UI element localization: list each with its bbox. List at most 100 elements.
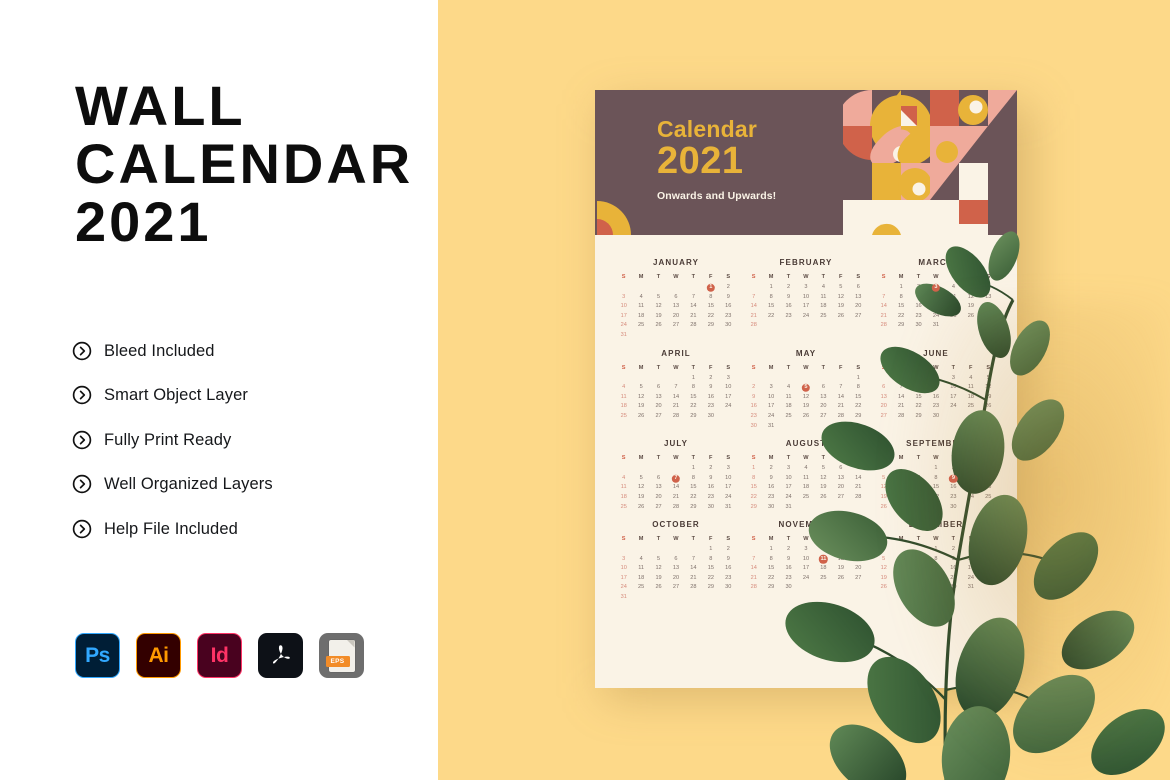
weekday-header-row: SMTWTFS — [615, 536, 737, 545]
day-cell: 8 — [709, 555, 713, 562]
day-cell: 27 — [855, 574, 862, 581]
week-row: 17 18 19 20 21 22 23 — [615, 574, 737, 584]
weekday-label: S — [856, 274, 861, 280]
day-cell: 2 — [787, 284, 791, 290]
day-cell: 25 — [802, 493, 810, 500]
day-cell-empty — [632, 374, 649, 384]
day-cell: 22 — [768, 574, 775, 581]
day-cell: 7 — [882, 293, 886, 300]
day-cell: 21 — [898, 403, 905, 410]
day-cell: 29 — [898, 322, 905, 329]
day-cell: 18 — [820, 303, 827, 310]
weekday-label: S — [986, 364, 991, 371]
day-cell: 5 — [639, 474, 643, 481]
day-cell: 15 — [750, 484, 757, 491]
day-cell: 22 — [855, 403, 862, 410]
day-cell: 4 — [951, 284, 955, 290]
week-row: 5 6 7 8 9 10 11 — [875, 555, 997, 565]
day-cell: 11 — [985, 555, 992, 562]
day-cell: 6 — [657, 474, 661, 481]
weekday-label: M — [768, 274, 774, 280]
day-cell-empty — [650, 374, 667, 384]
day-cell-empty — [850, 422, 867, 432]
weekday-label: M — [638, 455, 644, 462]
eps-format-tag: EPS — [325, 655, 350, 667]
day-cell: 1 — [856, 374, 860, 381]
day-cell: 2 — [709, 374, 713, 381]
info-panel: WALL CALENDAR 2021 Bleed Included Smart … — [0, 0, 438, 780]
day-cell: 17 — [950, 393, 957, 400]
day-cell: 25 — [967, 403, 974, 410]
weekday-label: S — [856, 455, 861, 462]
day-cell: 4 — [622, 384, 626, 391]
month-block: SEPTEMBER S M T W T F S 1 2 3 4 5 6 7 8 9 10 11 12 13 14 15 16 1… — [875, 432, 997, 512]
day-cell-empty — [980, 412, 997, 422]
weekday-label: S — [751, 364, 756, 371]
file-page-shape: EPS — [325, 639, 355, 672]
weekday-label: T — [656, 364, 661, 371]
weekday-label: F — [709, 274, 713, 280]
day-cell: 10 — [967, 474, 974, 481]
day-cell: 5 — [797, 383, 814, 393]
day-cell-empty — [667, 331, 684, 341]
month-block: AUGUST S M T W T F S 1 2 3 4 5 6 7 8 9 10 11 12 13 14 15 16 17 18… — [745, 432, 867, 512]
day-cell: 23 — [785, 312, 792, 319]
weekday-header-row: SMTWTFS — [745, 274, 867, 283]
day-cell: 5 — [969, 284, 973, 290]
week-row: 17 18 19 20 21 22 23 — [615, 312, 737, 322]
day-cell: 17 — [768, 403, 775, 410]
day-cell: 4 — [804, 465, 808, 472]
day-cell: 31 — [620, 594, 627, 601]
day-cell: 8 — [752, 474, 756, 481]
day-cell: 20 — [855, 303, 862, 310]
day-cell: 18 — [638, 312, 645, 319]
day-cell-empty — [720, 412, 737, 422]
acrobat-pdf-icon — [258, 633, 303, 678]
day-cell-empty — [745, 374, 762, 384]
day-cell: 14 — [672, 393, 680, 400]
day-cell-empty — [980, 321, 997, 331]
weekday-label: M — [898, 455, 904, 462]
week-row: 19 20 21 22 23 24 25 — [875, 493, 997, 503]
day-cell: 12 — [985, 384, 992, 391]
month-block: NOVEMBER S M T W T F S 1 2 3 4 5 6 7 8 9 10 11 12 13 14 15 16 17… — [745, 513, 867, 603]
weekday-label: F — [969, 536, 973, 543]
day-cell: 24 — [802, 574, 810, 581]
day-cell: 27 — [837, 493, 844, 500]
week-row: 1 2 3 — [615, 464, 737, 474]
month-block: JULY S M T W T F S 1 2 3 4 5 6 7 8 9 10 11 12 13 14 15 16 17 18 19… — [615, 432, 737, 512]
weekday-label: T — [951, 274, 956, 280]
weekday-label: S — [751, 274, 756, 280]
day-cell: 13 — [985, 293, 992, 300]
weekday-label: T — [951, 536, 956, 543]
week-row: 14 15 16 17 18 19 20 — [745, 302, 867, 312]
day-cell: 7 — [899, 384, 903, 391]
day-cell: 24 — [768, 412, 775, 419]
day-cell: 19 — [638, 493, 645, 500]
day-cell: 9 — [787, 293, 791, 300]
day-cell-empty — [980, 503, 997, 513]
weekday-label: S — [881, 274, 886, 280]
day-cell: 7 — [691, 555, 695, 562]
day-cell: 12 — [837, 293, 844, 300]
week-row: 5 6 7 8 9 10 11 — [875, 474, 997, 484]
day-cell: 6 — [821, 384, 825, 391]
day-cell: 30 — [707, 412, 714, 419]
day-cell: 6 — [839, 465, 843, 472]
day-cell-empty — [650, 464, 667, 474]
week-row: 1 — [745, 374, 867, 384]
day-cell: 19 — [655, 574, 662, 581]
day-cell: 1 — [691, 374, 695, 381]
day-cell: 29 — [855, 412, 862, 419]
indesign-icon: Id — [197, 633, 242, 678]
day-cell-empty — [850, 321, 867, 331]
week-row: 24 25 26 27 28 29 30 — [615, 321, 737, 331]
day-cell: 17 — [725, 484, 732, 491]
weekday-label: S — [856, 536, 861, 543]
feature-label: Well Organized Layers — [104, 475, 273, 493]
calendar-year: 2021 — [657, 140, 744, 182]
day-cell: 14 — [750, 565, 757, 572]
day-cell: 19 — [880, 493, 887, 500]
day-cell: 2 — [787, 546, 791, 553]
day-cell: 8 — [899, 293, 903, 300]
